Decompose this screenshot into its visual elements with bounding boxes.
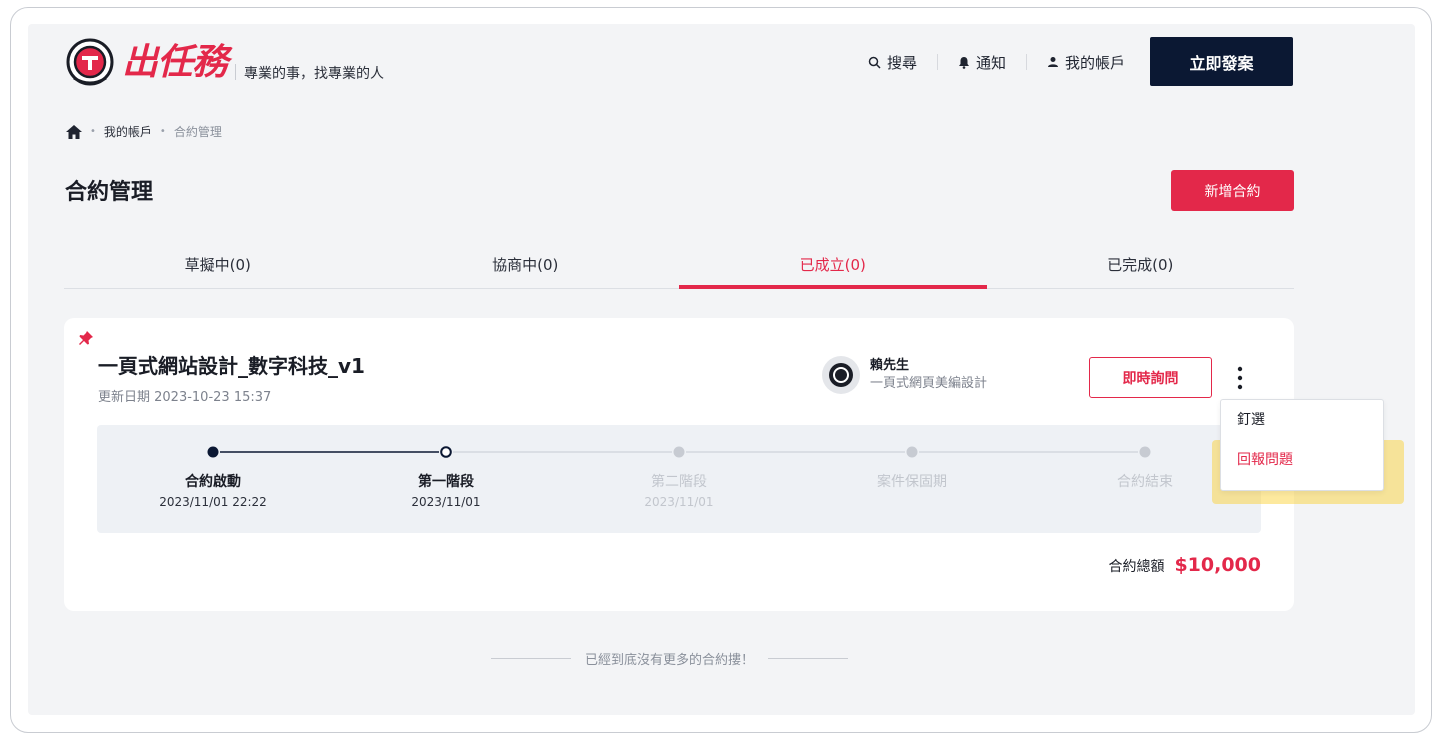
- tab-completed[interactable]: 已完成(0): [987, 248, 1295, 288]
- home-icon[interactable]: [66, 124, 82, 139]
- step-date: 2023/11/01 22:22: [159, 495, 267, 509]
- add-contract-button[interactable]: 新增合約: [1171, 170, 1294, 211]
- progress-step: 第一階段 2023/11/01: [366, 471, 526, 511]
- updated-date: 更新日期 2023-10-23 15:37: [98, 390, 272, 405]
- end-of-list-note: 已經到底沒有更多的合約摟！: [491, 649, 849, 668]
- menu-item-report-issue[interactable]: 回報問題: [1221, 440, 1383, 480]
- nav-notifications[interactable]: 通知: [938, 52, 1026, 72]
- tab-established[interactable]: 已成立(0): [679, 248, 987, 289]
- contract-title[interactable]: 一頁式網站設計_數字科技_v1: [98, 350, 365, 379]
- nav-notifications-label: 通知: [976, 53, 1007, 72]
- divider-line: [491, 658, 571, 659]
- step-date: 2023/11/01: [644, 495, 714, 509]
- progress-step: 案件保固期: [832, 471, 992, 493]
- breadcrumb-separator: •: [90, 126, 96, 137]
- breadcrumb-separator: •: [159, 126, 166, 137]
- contract-card[interactable]: 一頁式網站設計_數字科技_v1 更新日期 2023-10-23 15:37 賴先…: [64, 318, 1294, 611]
- breadcrumb-account[interactable]: 我的帳戶: [104, 123, 152, 140]
- step-label: 合約結束: [1117, 474, 1173, 490]
- progress-step: 合約啟動 2023/11/01 22:22: [133, 471, 293, 511]
- instant-inquiry-button[interactable]: 即時詢問: [1089, 357, 1212, 398]
- breadcrumb: • 我的帳戶 • 合約管理: [66, 123, 222, 140]
- divider-line: [768, 658, 849, 659]
- end-note-text: 已經到底沒有更多的合約摟！: [585, 653, 755, 668]
- status-tabs: 草擬中(0) 協商中(0) 已成立(0) 已完成(0): [64, 248, 1294, 289]
- total-value: $10,000: [1174, 554, 1261, 576]
- step-label: 第二階段: [651, 474, 707, 490]
- progress-step: 合約結束: [1065, 471, 1225, 493]
- step-marker: [207, 446, 219, 458]
- step-marker: [673, 446, 685, 458]
- user-icon: [1048, 57, 1059, 67]
- tab-negotiating[interactable]: 協商中(0): [372, 248, 680, 288]
- step-date: 2023/11/01: [411, 495, 481, 509]
- step-marker: [1139, 446, 1151, 458]
- post-project-button[interactable]: 立即發案: [1150, 37, 1293, 86]
- more-options-icon[interactable]: [1230, 364, 1250, 392]
- step-label: 合約啟動: [185, 474, 241, 490]
- page: 出任務 專業的事，找專業的人 搜尋 通知 我的帳戶 立即發案 • 我的帳戶 • …: [28, 24, 1415, 715]
- nav-search-label: 搜尋: [887, 53, 918, 72]
- avatar: [822, 356, 860, 394]
- progress-step: 第二階段 2023/11/01: [599, 471, 759, 511]
- bell-icon: [959, 56, 970, 69]
- total-label: 合約總額: [1108, 559, 1165, 575]
- breadcrumb-current: 合約管理: [173, 125, 222, 139]
- astronaut-logo-icon: [66, 38, 114, 86]
- contractor-info: 賴先生 一頁式網頁美編設計: [822, 356, 987, 394]
- step-marker: [440, 446, 452, 458]
- logo[interactable]: 出任務 專業的事，找專業的人: [66, 38, 384, 86]
- page-title: 合約管理: [65, 180, 154, 205]
- contractor-name: 賴先生: [870, 358, 910, 373]
- step-label: 第一階段: [418, 474, 474, 490]
- contractor-role: 一頁式網頁美編設計: [870, 376, 988, 391]
- tab-drafting[interactable]: 草擬中(0): [64, 248, 372, 288]
- contract-progress: 合約啟動 2023/11/01 22:22 第一階段 2023/11/01 第二階段 20…: [97, 425, 1261, 533]
- pin-icon: [79, 331, 93, 345]
- nav-account[interactable]: 我的帳戶: [1027, 52, 1145, 72]
- menu-item-pin[interactable]: 釘選: [1221, 400, 1383, 440]
- nav-search[interactable]: 搜尋: [848, 52, 937, 72]
- step-marker: [906, 446, 918, 458]
- logo-wordmark: 出任務: [122, 42, 228, 83]
- progress-track: [207, 446, 1151, 458]
- logo-divider: [235, 64, 237, 80]
- search-icon: [868, 56, 881, 69]
- nav-account-label: 我的帳戶: [1065, 53, 1126, 72]
- options-dropdown: 釘選 回報問題: [1220, 399, 1384, 491]
- top-nav: 搜尋 通知 我的帳戶: [848, 52, 1145, 72]
- step-label: 案件保固期: [877, 474, 947, 490]
- avatar-lens-icon: [829, 363, 853, 387]
- contract-total: 合約總額 $10,000: [1108, 554, 1261, 576]
- tagline: 專業的事，找專業的人: [244, 66, 385, 82]
